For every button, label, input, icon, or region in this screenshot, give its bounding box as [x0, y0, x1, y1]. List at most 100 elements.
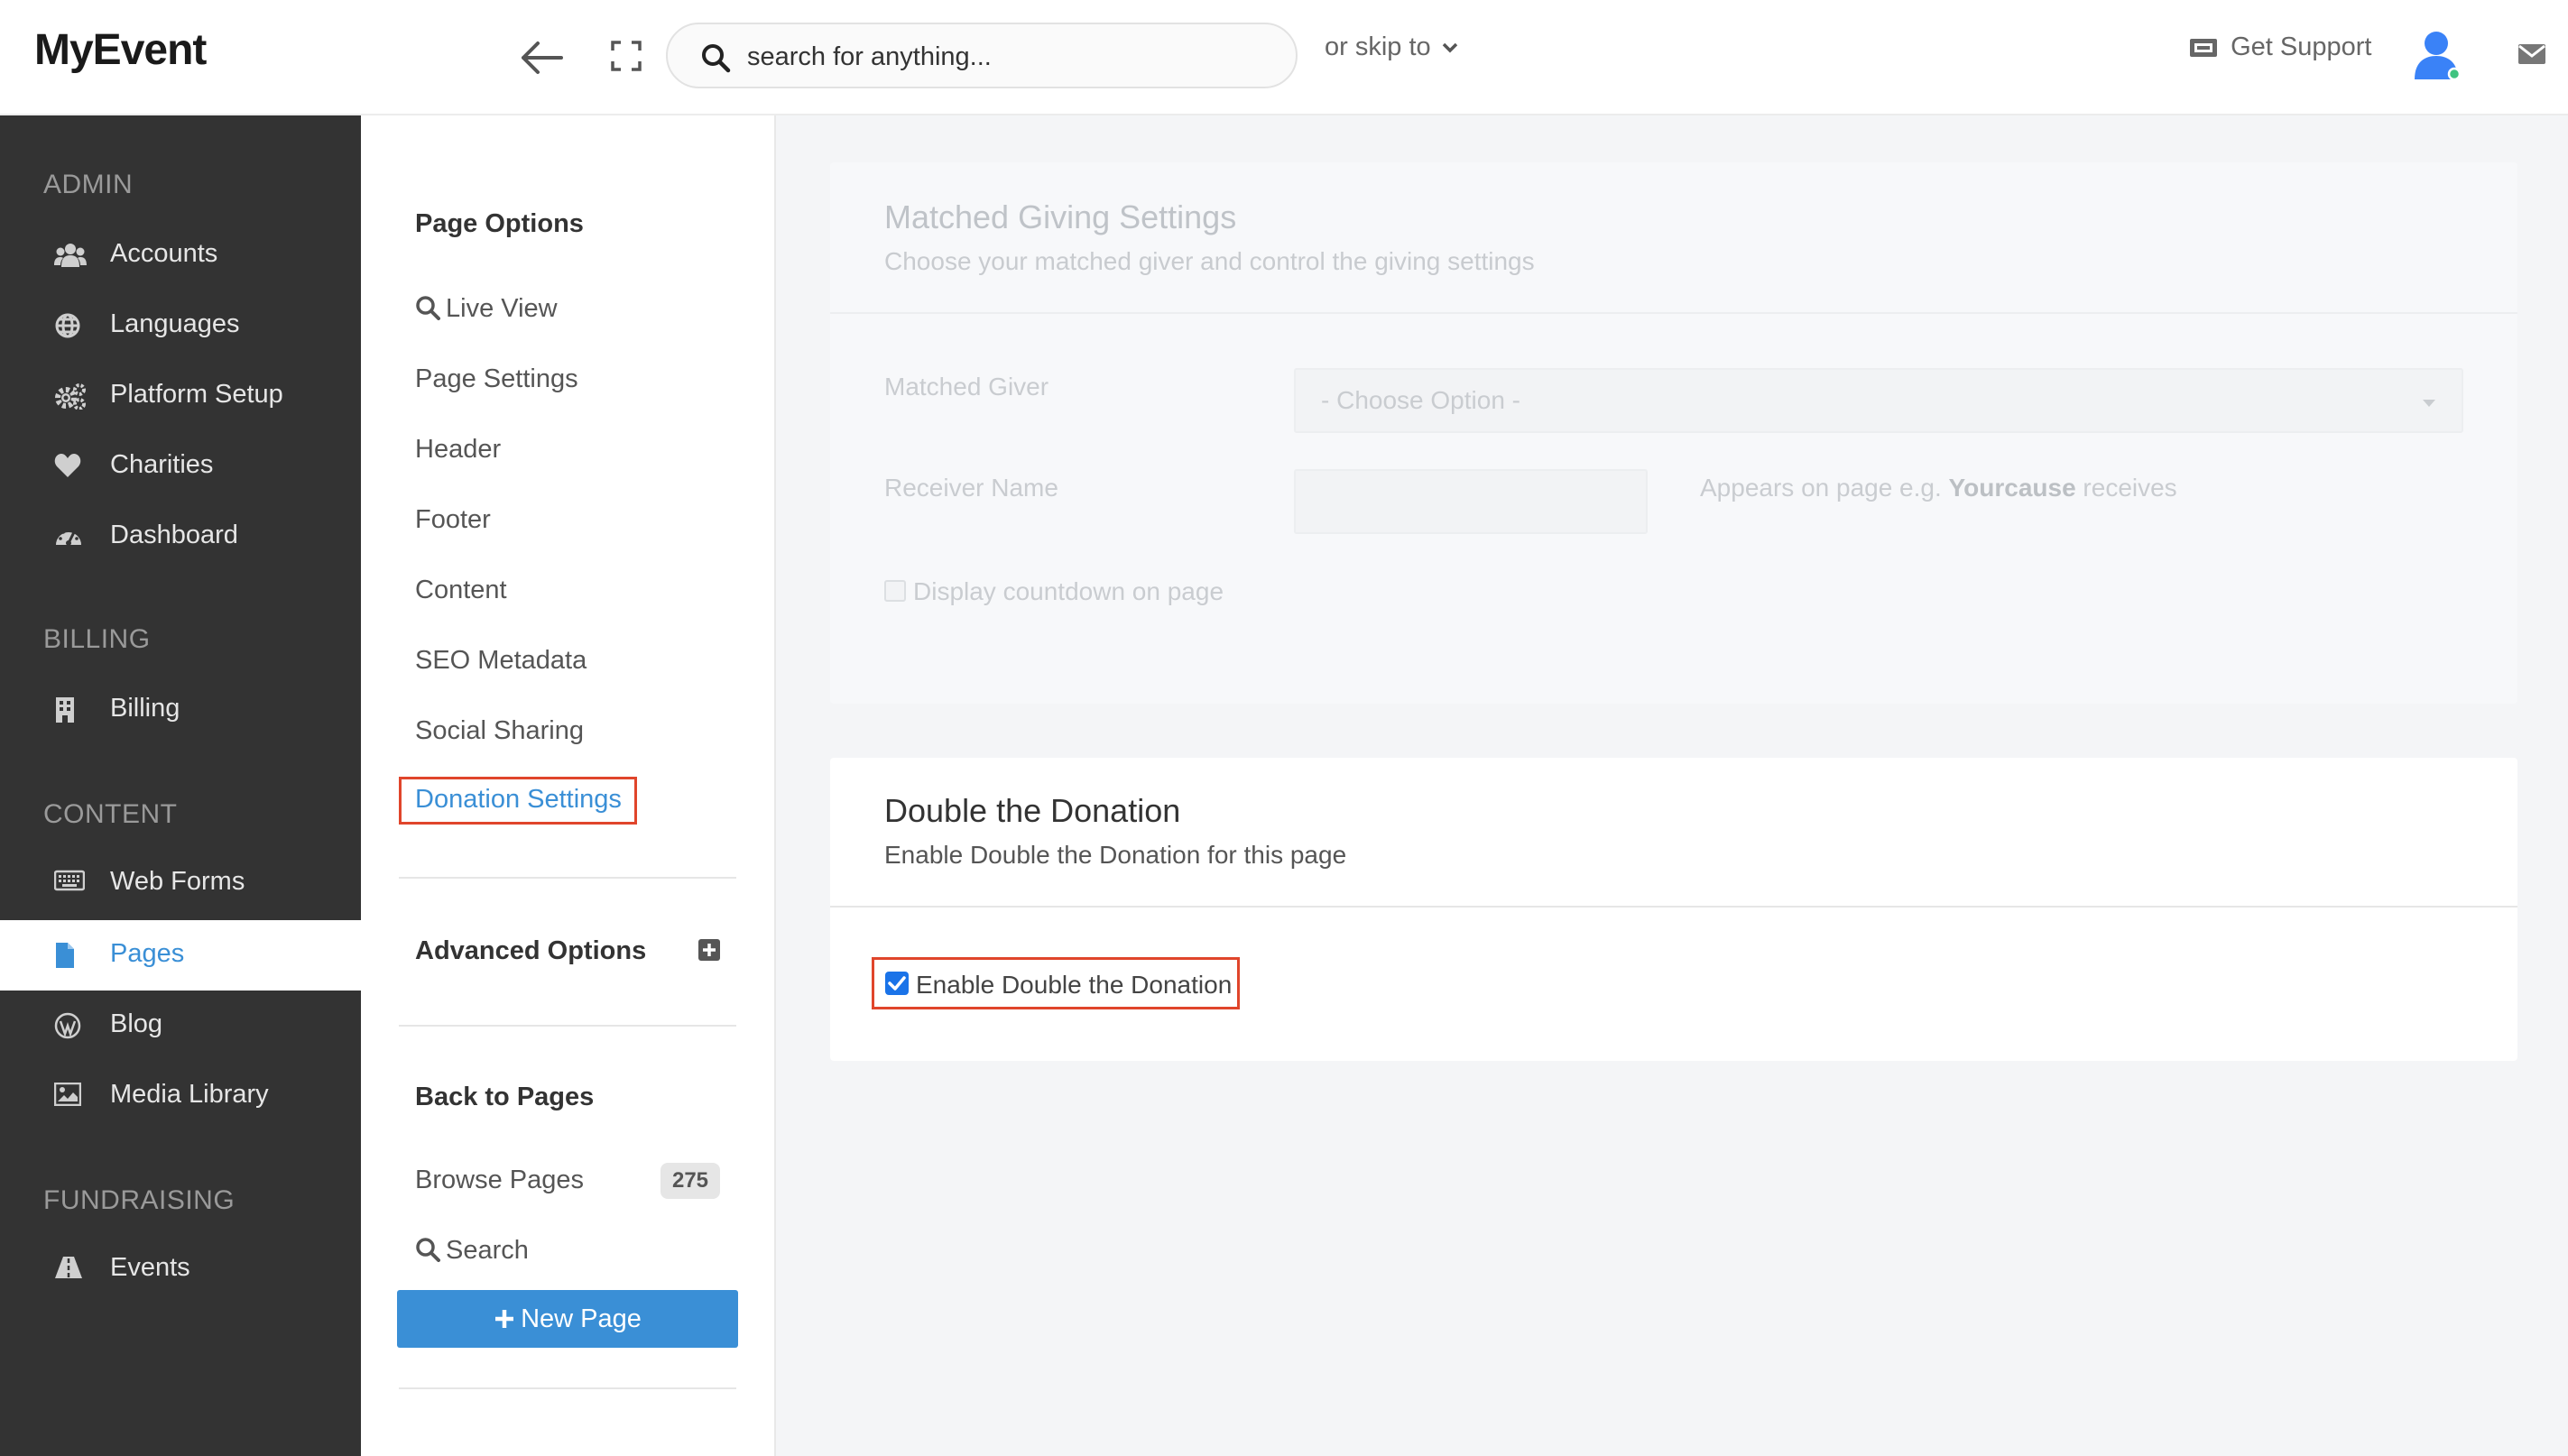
page-options-heading: Page Options [415, 209, 584, 238]
sidebar-item-label: Dashboard [110, 521, 238, 549]
hint-example: Yourcause [1948, 474, 2076, 502]
keyboard-icon [53, 870, 86, 897]
get-support-link[interactable]: Get Support [2189, 32, 2371, 62]
divider [399, 1025, 736, 1027]
sidebar: ADMIN Accounts Languages Platform Setup … [0, 115, 361, 1456]
enable-double-donation-checkbox[interactable]: Enable Double the Donation [872, 957, 1240, 1009]
get-support-label: Get Support [2231, 32, 2372, 61]
building-icon [54, 696, 83, 723]
sidebar-item-charities[interactable]: Charities [0, 431, 361, 502]
sidebar-item-label: Media Library [110, 1080, 269, 1109]
search-icon [416, 1238, 440, 1262]
hint-suffix: receives [2083, 474, 2177, 502]
road-icon [54, 1256, 83, 1283]
countdown-label: Display countdown on page [913, 577, 1224, 605]
app-logo[interactable]: MyEvent [34, 25, 207, 75]
sidebar-heading-admin: ADMIN [43, 170, 134, 199]
sidebar-item-label: Languages [110, 309, 240, 338]
divider [830, 312, 2517, 314]
sidebar-item-blog[interactable]: Blog [0, 991, 361, 1061]
double-donation-card: Double the Donation Enable Double the Do… [830, 758, 2517, 1061]
new-page-label: New Page [521, 1304, 642, 1333]
sidebar-item-platform-setup[interactable]: Platform Setup [0, 361, 361, 431]
sidebar-item-label: Events [110, 1253, 190, 1282]
sidebar-item-media-library[interactable]: Media Library [0, 1061, 361, 1131]
sidebar-heading-billing: BILLING [43, 624, 151, 654]
sidebar-item-web-forms[interactable]: Web Forms [0, 848, 361, 918]
sidebar-item-accounts[interactable]: Accounts [0, 220, 361, 290]
sidebar-item-label: Accounts [110, 239, 218, 268]
sidebar-item-label: Charities [110, 450, 214, 479]
seo-metadata-link[interactable]: SEO Metadata [415, 646, 587, 676]
sidebar-item-events[interactable]: Events [0, 1234, 361, 1304]
new-page-button[interactable]: New Page [397, 1290, 738, 1348]
page-settings-link[interactable]: Page Settings [415, 364, 578, 394]
hint-prefix: Appears on page e.g. [1700, 474, 1942, 502]
receiver-name-hint: Appears on page e.g. Yourcause receives [1700, 474, 2177, 502]
sidebar-item-label: Billing [110, 694, 180, 723]
file-icon [54, 942, 83, 969]
sidebar-item-label: Pages [110, 939, 185, 968]
back-to-pages-heading[interactable]: Back to Pages [415, 1083, 594, 1112]
matched-giver-value: - Choose Option - [1321, 386, 1520, 414]
countdown-checkbox: Display countdown on page [884, 577, 1224, 606]
matched-giving-subtitle: Choose your matched giver and control th… [884, 247, 1535, 275]
matched-giving-card: Matched Giving Settings Choose your matc… [830, 162, 2517, 704]
donation-settings-link[interactable]: Donation Settings [399, 777, 637, 825]
search-icon [416, 296, 440, 320]
sidebar-heading-fundraising: FUNDRAISING [43, 1185, 236, 1215]
search-pages-link[interactable]: Search [415, 1236, 529, 1266]
sidebar-item-dashboard[interactable]: Dashboard [0, 502, 361, 572]
sidebar-item-label: Web Forms [110, 867, 245, 896]
header-link[interactable]: Header [415, 435, 501, 465]
plus-icon [495, 1310, 514, 1328]
divider [399, 877, 736, 879]
users-icon [54, 242, 87, 269]
double-donation-title: Double the Donation [884, 792, 1181, 829]
chevron-down-icon [1442, 43, 1457, 53]
skip-to-label: or skip to [1325, 32, 1431, 61]
matched-giver-select: - Choose Option - [1294, 368, 2463, 433]
user-avatar[interactable] [2407, 25, 2465, 83]
browse-pages-link[interactable]: Browse Pages [415, 1166, 584, 1195]
content-link[interactable]: Content [415, 576, 507, 605]
mail-icon[interactable] [2517, 41, 2546, 67]
page-options-panel: Page Options Live View Page Settings Hea… [361, 115, 776, 1456]
double-donation-subtitle: Enable Double the Donation for this page [884, 841, 1347, 869]
cogs-icon [54, 382, 86, 410]
checkbox-checked-icon[interactable] [885, 972, 909, 995]
wordpress-icon [54, 1012, 83, 1039]
enable-double-donation-label: Enable Double the Donation [916, 971, 1233, 999]
search-input[interactable] [747, 37, 1270, 77]
globe-icon [54, 312, 83, 339]
social-sharing-link[interactable]: Social Sharing [415, 716, 584, 746]
image-icon [53, 1082, 83, 1110]
sidebar-item-label: Platform Setup [110, 380, 283, 409]
heart-icon [54, 453, 83, 480]
search-bar[interactable] [666, 23, 1298, 88]
divider [399, 1387, 736, 1389]
footer-link[interactable]: Footer [415, 505, 491, 535]
plus-square-icon[interactable] [697, 938, 721, 962]
back-arrow-icon[interactable] [518, 36, 565, 79]
advanced-options-heading[interactable]: Advanced Options [415, 936, 646, 966]
matched-giver-label: Matched Giver [884, 373, 1049, 401]
search-icon [700, 42, 731, 73]
sidebar-item-billing[interactable]: Billing [0, 675, 361, 745]
fullscreen-icon[interactable] [610, 40, 642, 72]
sidebar-heading-content: CONTENT [43, 799, 178, 829]
live-view-link[interactable]: Live View [415, 294, 558, 324]
top-bar: MyEvent or skip to Get Support [0, 0, 2568, 115]
live-view-label: Live View [446, 294, 558, 323]
receiver-name-label: Receiver Name [884, 474, 1058, 502]
ticket-icon [2190, 39, 2217, 57]
matched-giving-title: Matched Giving Settings [884, 198, 1237, 235]
sidebar-item-pages[interactable]: Pages [0, 920, 361, 991]
skip-to-dropdown[interactable]: or skip to [1325, 32, 1458, 62]
search-pages-label: Search [446, 1236, 529, 1265]
dashboard-icon [54, 523, 83, 550]
sidebar-item-languages[interactable]: Languages [0, 290, 361, 361]
checkbox-box [884, 580, 906, 602]
caret-down-icon [2423, 400, 2435, 407]
pages-count-badge: 275 [660, 1163, 720, 1199]
